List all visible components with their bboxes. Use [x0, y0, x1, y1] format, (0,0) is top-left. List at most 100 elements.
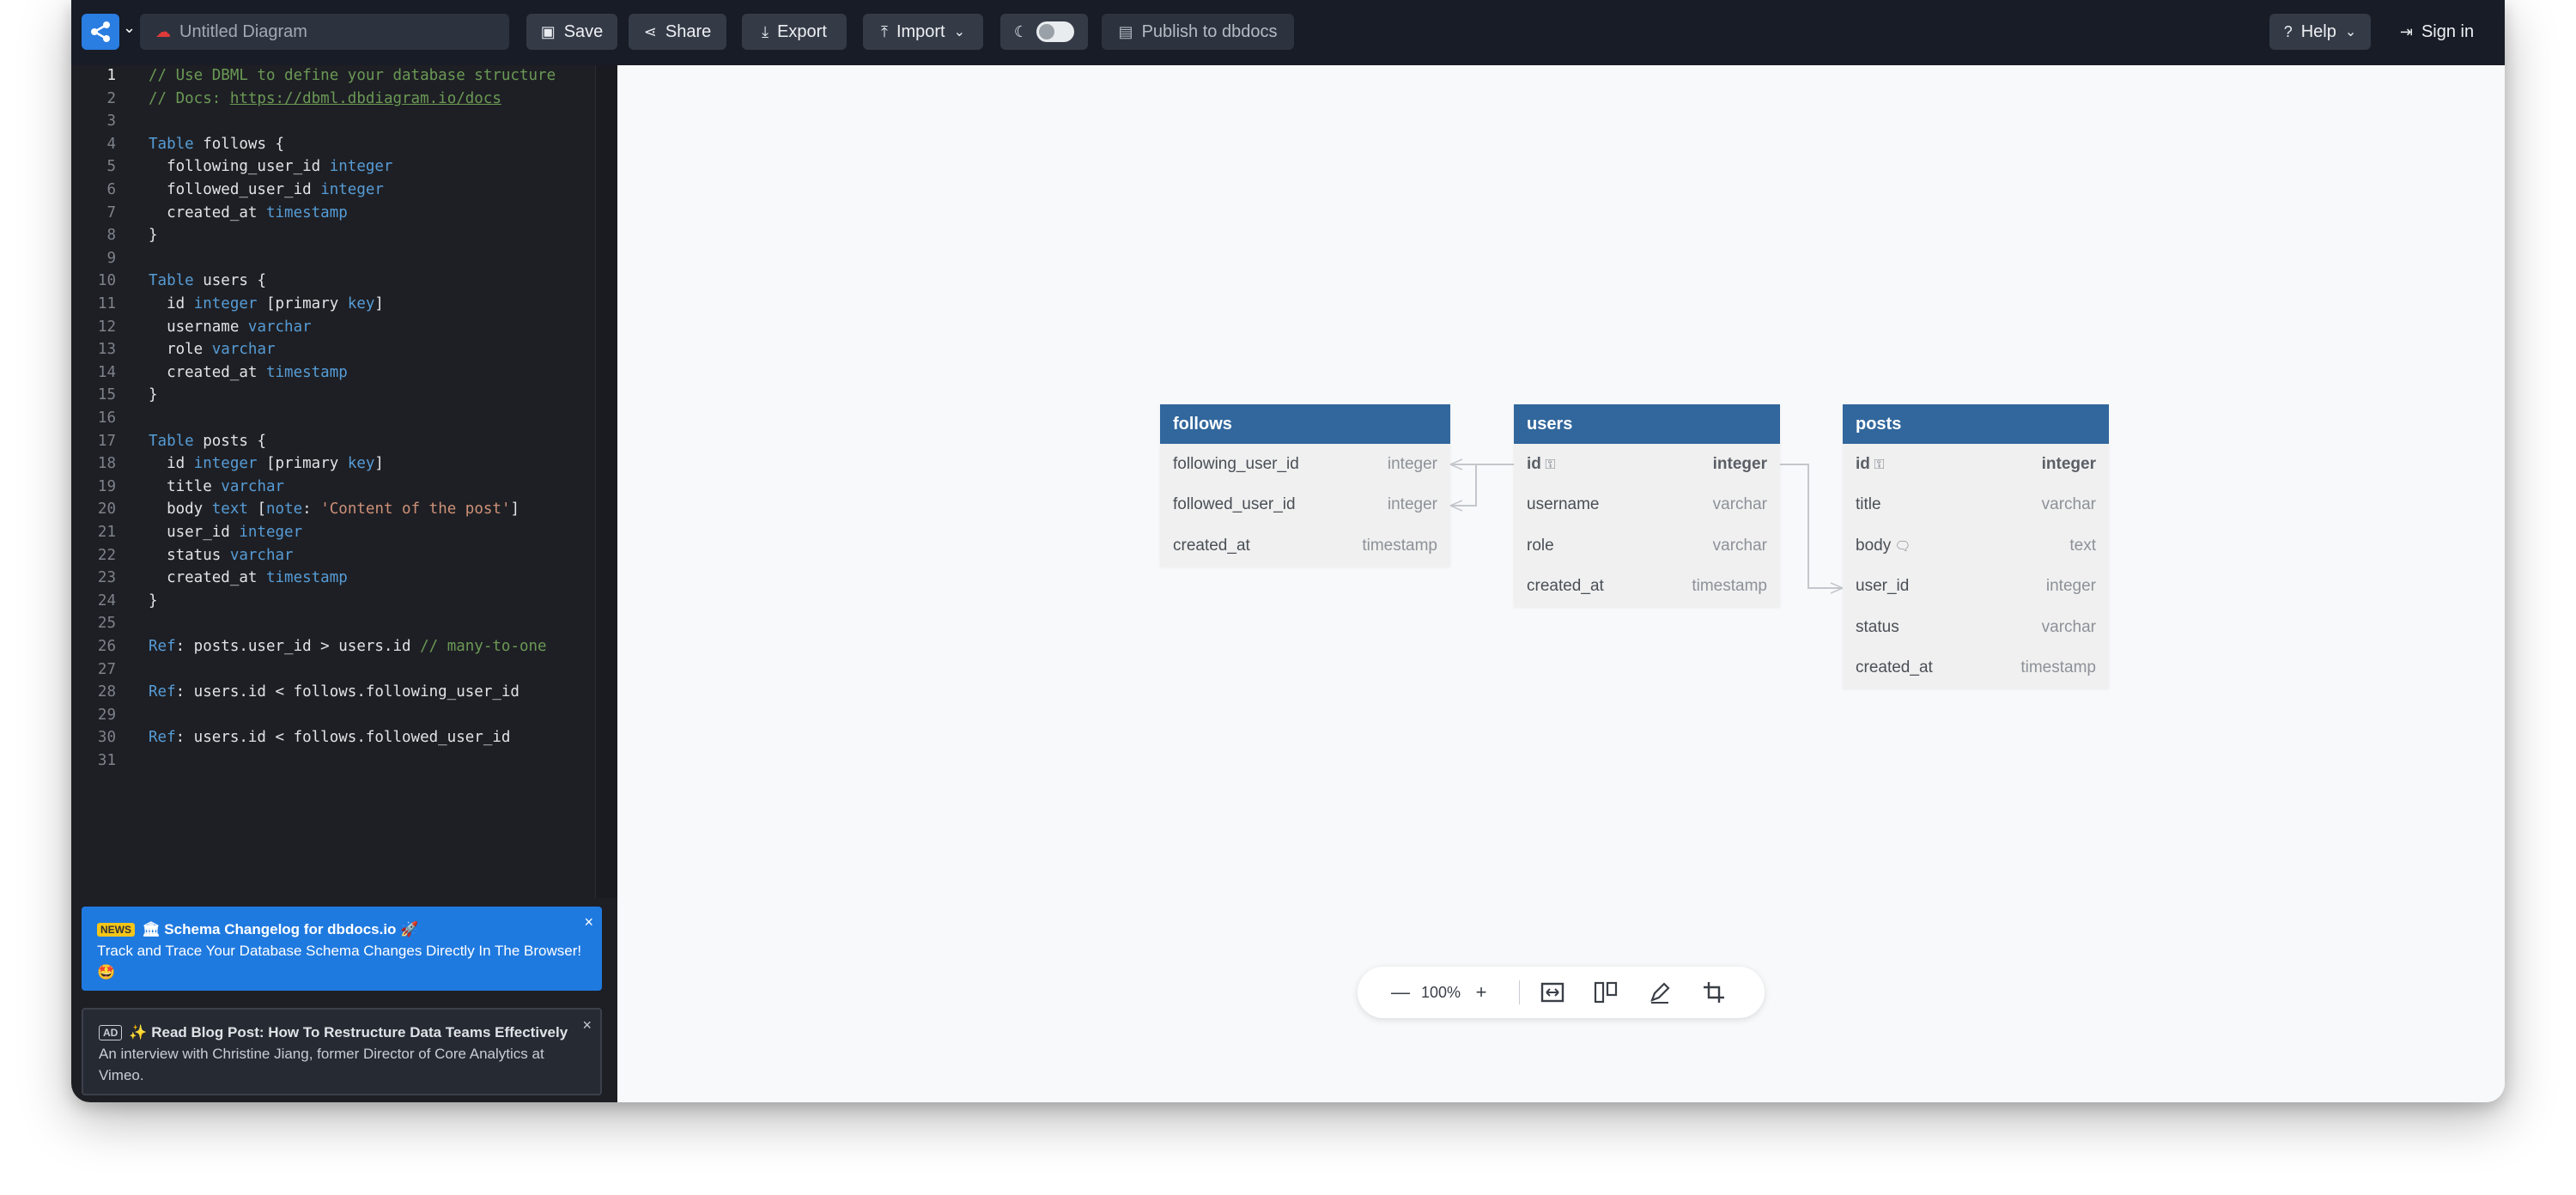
code-token: integer [320, 181, 384, 198]
code-line[interactable]: 6 followed_user_id integer [71, 179, 384, 201]
news-card[interactable]: NEWS 🏛 Schema Changelog for dbdocs.io 🚀 … [82, 907, 602, 991]
export-button[interactable]: ⤓ Export [742, 14, 847, 50]
ad-card[interactable]: AD ✨ Read Blog Post: How To Restructure … [82, 1008, 602, 1095]
app-logo-button[interactable] [82, 14, 119, 50]
table-header[interactable]: follows [1160, 404, 1450, 444]
code-line[interactable]: 4 Table follows { [71, 133, 284, 155]
code-token: role [149, 341, 212, 359]
table-row[interactable]: created_at timestamp [1514, 567, 1780, 608]
code-line[interactable]: 15} [71, 384, 158, 406]
column-type: varchar [2041, 495, 2096, 514]
code-line[interactable]: 7 created_at timestamp [71, 202, 347, 224]
chevron-down-icon[interactable]: ⌄ [123, 19, 136, 37]
table-follows[interactable]: follows following_user_id integer followed_… [1160, 404, 1450, 567]
table-users[interactable]: users id ⚿ integer username varchar role varch… [1514, 404, 1780, 607]
code-line[interactable]: 3 [71, 110, 149, 132]
code-line[interactable]: 26 Ref: posts.user_id > users.id // many-… [71, 635, 547, 658]
code-line[interactable]: 21 user_id integer [71, 521, 302, 543]
link-users-followed[interactable] [1450, 464, 1477, 507]
code-line[interactable]: 17 Table posts { [71, 430, 266, 452]
column-name-cell: user_id [1856, 577, 1909, 596]
import-label: Import [896, 21, 945, 41]
line-number: 13 [97, 341, 116, 359]
table-row[interactable]: role varchar [1514, 525, 1780, 567]
code-line[interactable]: 9 [71, 247, 149, 270]
code-line[interactable]: 5 following_user_id integer [71, 155, 392, 178]
line-content: id integer [primary key] [149, 293, 384, 315]
column-name-cell: body 🗨 [1856, 537, 1911, 555]
table-row[interactable]: body 🗨 text [1843, 525, 2109, 567]
note-icon[interactable]: 🗨 [1891, 539, 1911, 554]
code-line[interactable]: 16 [71, 407, 149, 429]
code-token: // Use DBML to define your database stru… [149, 67, 556, 84]
share-button[interactable]: ⋖ Share [629, 14, 726, 50]
auto-arrange-button[interactable] [1591, 979, 1620, 1006]
table-row[interactable]: user_id integer [1843, 567, 2109, 608]
table-header[interactable]: users [1514, 404, 1780, 444]
code-line[interactable]: 20 body text [note: 'Content of the post… [71, 498, 519, 520]
column-type: integer [2045, 577, 2096, 596]
code-line[interactable]: 29 [71, 704, 149, 726]
code-line[interactable]: 2 // Docs: https://dbml.dbdiagram.io/docs [71, 88, 501, 110]
save-button[interactable]: ▣ Save [526, 14, 617, 50]
table-header[interactable]: posts [1843, 404, 2109, 444]
code-line[interactable]: 1 // Use DBML to define your database str… [71, 64, 556, 87]
zoom-toolbar: — 100% + [1358, 967, 1765, 1018]
sign-in-icon: ⇥ [2399, 22, 2413, 40]
code-line[interactable]: 27 [71, 658, 149, 681]
editor-scrollbar[interactable] [595, 65, 617, 898]
table-row[interactable]: status varchar [1843, 607, 2109, 648]
code-line[interactable]: 14 created_at timestamp [71, 361, 348, 384]
code-line[interactable]: 28 Ref: users.id < follows.following_user… [71, 681, 519, 703]
table-row[interactable]: title varchar [1843, 485, 2109, 526]
link-posts-users[interactable] [1780, 464, 1843, 589]
code-line[interactable]: 30 Ref: users.id < follows.followed_user_… [71, 726, 511, 749]
code-token: [primary [257, 295, 348, 312]
code-line[interactable]: 13 role varchar [71, 338, 276, 361]
publish-button[interactable]: ▤ Publish to dbdocs [1102, 14, 1294, 50]
code-line[interactable]: 18 id integer [primary key] [71, 452, 384, 475]
table-posts[interactable]: posts id ⚿ integer title varchar body 🗨 text us… [1843, 404, 2109, 688]
table-row[interactable]: id ⚿ integer [1514, 444, 1780, 485]
code-line[interactable]: 10 Table users { [71, 270, 266, 292]
code-token: integer [193, 455, 258, 473]
code-line[interactable]: 19 title varchar [71, 476, 284, 498]
code-line[interactable]: 31 [71, 749, 149, 772]
table-row[interactable]: username varchar [1514, 485, 1780, 526]
publish-label: Publish to dbdocs [1141, 21, 1278, 41]
dark-mode-toggle[interactable]: ☾ [1000, 14, 1088, 50]
code-line[interactable]: 8} [71, 224, 157, 246]
crop-button[interactable] [1699, 979, 1728, 1006]
code-line[interactable]: 23 created_at timestamp [71, 567, 348, 589]
table-row[interactable]: created_at timestamp [1160, 525, 1450, 567]
diagram-canvas[interactable]: follows following_user_id integer followed_… [617, 65, 2505, 1102]
close-icon[interactable]: × [584, 912, 593, 933]
table-row[interactable]: created_at timestamp [1843, 648, 2109, 689]
help-button[interactable]: ? Help ⌄ [2269, 14, 2371, 50]
fit-to-screen-button[interactable] [1538, 979, 1567, 1006]
close-icon[interactable]: × [582, 1015, 592, 1036]
table-row[interactable]: following_user_id integer [1160, 444, 1450, 485]
table-row[interactable]: followed_user_id integer [1160, 485, 1450, 526]
highlight-button[interactable] [1645, 979, 1674, 1006]
code-editor[interactable]: 1 // Use DBML to define your database str… [71, 65, 595, 898]
code-token: 'Content of the post' [320, 500, 511, 519]
code-line[interactable]: 25 [71, 612, 149, 634]
table-row[interactable]: id ⚿ integer [1843, 444, 2109, 485]
code-token: title [149, 477, 222, 495]
column-name: following_user_id [1173, 454, 1299, 473]
code-line[interactable]: 24} [71, 590, 158, 612]
column-name-cell: title [1856, 495, 1881, 514]
sign-in-button[interactable]: ⇥ Sign in [2383, 14, 2491, 50]
column-name-cell: created_at [1173, 537, 1250, 555]
code-line[interactable]: 12 username varchar [71, 316, 312, 338]
column-name-cell: username [1527, 495, 1600, 514]
pen-icon [1650, 982, 1670, 1004]
zoom-out-button[interactable]: — [1388, 979, 1413, 1006]
import-button[interactable]: ⤒ Import ⌄ [863, 14, 983, 50]
zoom-in-button[interactable]: + [1469, 979, 1493, 1006]
line-number: 3 [106, 112, 116, 130]
diagram-title-input[interactable]: ☁ Untitled Diagram [140, 14, 509, 50]
code-line[interactable]: 22 status varchar [71, 544, 294, 567]
code-line[interactable]: 11 id integer [primary key] [71, 293, 384, 315]
